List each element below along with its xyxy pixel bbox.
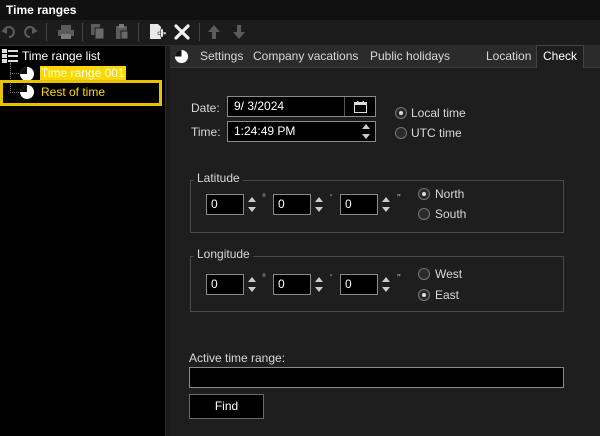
find-button[interactable]: Find bbox=[189, 394, 264, 419]
utc-time-radio[interactable] bbox=[395, 127, 407, 139]
latitude-degrees-value: 0 bbox=[211, 197, 218, 211]
longitude-degrees-input[interactable]: 0 bbox=[206, 274, 244, 295]
toolbar-separator bbox=[82, 23, 83, 41]
spin-up-icon[interactable] bbox=[379, 195, 393, 205]
longitude-minutes-spinner[interactable] bbox=[312, 275, 326, 294]
latitude-seconds-spinner[interactable] bbox=[379, 195, 393, 214]
minute-symbol: ' bbox=[330, 193, 332, 204]
spin-up-icon[interactable] bbox=[359, 122, 373, 132]
date-value: 9/ 3/2024 bbox=[234, 99, 285, 113]
new-document-icon[interactable] bbox=[146, 22, 168, 42]
spin-down-icon[interactable] bbox=[379, 205, 393, 215]
longitude-degrees-value: 0 bbox=[211, 277, 218, 291]
tab-location[interactable]: Location bbox=[486, 46, 531, 67]
longitude-minutes-input[interactable]: 0 bbox=[273, 274, 311, 295]
redo-icon[interactable] bbox=[22, 22, 40, 42]
tab-check[interactable]: Check bbox=[536, 45, 585, 68]
longitude-degrees-spinner[interactable] bbox=[245, 275, 259, 294]
east-radio[interactable] bbox=[418, 289, 430, 301]
spin-up-icon[interactable] bbox=[312, 195, 326, 205]
west-radio[interactable] bbox=[418, 268, 430, 280]
west-label[interactable]: West bbox=[435, 267, 462, 281]
arrow-down-icon[interactable] bbox=[230, 22, 248, 42]
tab-public-holidays[interactable]: Public holidays bbox=[370, 46, 450, 67]
degree-symbol: ° bbox=[262, 193, 266, 204]
undo-icon[interactable] bbox=[0, 22, 16, 42]
tab-settings[interactable]: Settings bbox=[200, 46, 243, 67]
toolbar bbox=[0, 20, 600, 46]
south-label[interactable]: South bbox=[435, 207, 466, 221]
tab-bar: Settings Company vacations Public holida… bbox=[170, 45, 600, 68]
tab-company-vacations[interactable]: Company vacations bbox=[253, 46, 358, 67]
north-label[interactable]: North bbox=[435, 187, 464, 201]
spin-down-icon[interactable] bbox=[245, 285, 259, 295]
spin-down-icon[interactable] bbox=[359, 132, 373, 142]
local-time-radio[interactable] bbox=[395, 107, 407, 119]
spin-down-icon[interactable] bbox=[245, 205, 259, 215]
toolbar-separator bbox=[138, 23, 139, 41]
tree-item-rest-of-time[interactable]: Rest of time bbox=[41, 85, 105, 99]
toolbar-separator bbox=[46, 23, 47, 41]
latitude-degrees-spinner[interactable] bbox=[245, 195, 259, 214]
date-picker[interactable]: 9/ 3/2024 bbox=[227, 96, 376, 117]
print-icon[interactable] bbox=[55, 22, 77, 42]
minute-symbol: ' bbox=[330, 273, 332, 284]
latitude-minutes-spinner[interactable] bbox=[312, 195, 326, 214]
spin-down-icon[interactable] bbox=[379, 285, 393, 295]
longitude-seconds-value: 0 bbox=[345, 277, 352, 291]
window-title: Time ranges bbox=[6, 3, 77, 17]
spin-down-icon[interactable] bbox=[312, 205, 326, 215]
latitude-minutes-input[interactable]: 0 bbox=[273, 194, 311, 215]
time-range-tree: Time range list Time range 001 Rest of t… bbox=[0, 46, 165, 436]
spin-down-icon[interactable] bbox=[312, 285, 326, 295]
calendar-icon[interactable] bbox=[344, 97, 375, 116]
latitude-seconds-input[interactable]: 0 bbox=[340, 194, 378, 215]
tree-root-label[interactable]: Time range list bbox=[22, 49, 100, 63]
active-time-range-label: Active time range: bbox=[189, 351, 286, 365]
tree-connector bbox=[10, 73, 19, 75]
spin-up-icon[interactable] bbox=[245, 195, 259, 205]
paste-icon[interactable] bbox=[113, 22, 131, 42]
spin-up-icon[interactable] bbox=[379, 275, 393, 285]
spin-up-icon[interactable] bbox=[312, 275, 326, 285]
longitude-seconds-spinner[interactable] bbox=[379, 275, 393, 294]
north-radio[interactable] bbox=[418, 188, 430, 200]
local-time-label[interactable]: Local time bbox=[411, 106, 466, 120]
tree-item-time-range-001[interactable]: Time range 001 bbox=[40, 66, 126, 81]
title-bar: Time ranges bbox=[0, 0, 600, 20]
latitude-label: Latitude bbox=[194, 171, 243, 185]
clock-icon bbox=[174, 49, 189, 67]
second-symbol: '' bbox=[397, 273, 401, 284]
time-spinner[interactable] bbox=[359, 122, 373, 141]
copy-icon[interactable] bbox=[89, 22, 107, 42]
date-label: Date: bbox=[191, 101, 220, 115]
time-label: Time: bbox=[191, 125, 221, 139]
longitude-seconds-input[interactable]: 0 bbox=[340, 274, 378, 295]
east-label[interactable]: East bbox=[435, 288, 459, 302]
longitude-label: Longitude bbox=[194, 247, 253, 261]
utc-time-label[interactable]: UTC time bbox=[411, 126, 462, 140]
toolbar-separator bbox=[199, 23, 200, 41]
time-value: 1:24:49 PM bbox=[234, 124, 296, 138]
longitude-minutes-value: 0 bbox=[278, 277, 285, 291]
delete-icon[interactable] bbox=[172, 22, 192, 42]
arrow-up-icon[interactable] bbox=[205, 22, 223, 42]
latitude-seconds-value: 0 bbox=[345, 197, 352, 211]
spin-up-icon[interactable] bbox=[245, 275, 259, 285]
clock-icon bbox=[19, 84, 35, 103]
degree-symbol: ° bbox=[262, 273, 266, 284]
active-time-range-field[interactable] bbox=[189, 367, 564, 388]
south-radio[interactable] bbox=[418, 208, 430, 220]
latitude-degrees-input[interactable]: 0 bbox=[206, 194, 244, 215]
latitude-minutes-value: 0 bbox=[278, 197, 285, 211]
time-field[interactable]: 1:24:49 PM bbox=[227, 121, 376, 142]
second-symbol: '' bbox=[397, 193, 401, 204]
